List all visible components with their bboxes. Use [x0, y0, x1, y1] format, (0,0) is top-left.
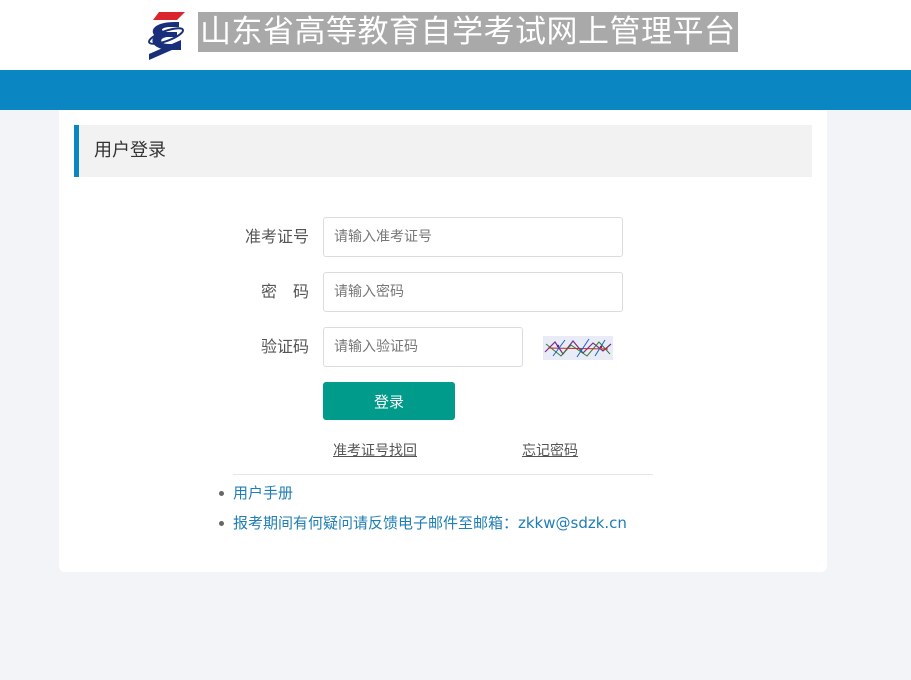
list-item: 报考期间有何疑问请反馈电子邮件至邮箱：zkkw@sdzk.cn — [219, 508, 627, 538]
feedback-email-text: 报考期间有何疑问请反馈电子邮件至邮箱：zkkw@sdzk.cn — [233, 514, 627, 532]
password-label: 密 码 — [260, 282, 309, 301]
forgot-password-link[interactable]: 忘记密码 — [522, 440, 578, 462]
info-list: 用户手册 报考期间有何疑问请反馈电子邮件至邮箱：zkkw@sdzk.cn — [219, 478, 627, 538]
captcha-input[interactable] — [323, 327, 523, 367]
user-manual-link[interactable]: 用户手册 — [233, 484, 293, 502]
exam-logo-icon — [147, 12, 185, 60]
ticket-number-input[interactable] — [323, 217, 623, 257]
recover-ticket-link[interactable]: 准考证号找回 — [333, 440, 417, 462]
nav-band — [0, 70, 911, 110]
login-title: 用户登录 — [94, 140, 166, 161]
list-item: 用户手册 — [219, 478, 627, 508]
bullet-icon — [219, 521, 224, 526]
password-input[interactable] — [323, 272, 623, 312]
divider — [233, 474, 653, 475]
bullet-icon — [219, 491, 224, 496]
login-card-header: 用户登录 — [74, 125, 812, 177]
captcha-image[interactable] — [543, 336, 613, 360]
site-header: 山东省高等教育自学考试网上管理平台 — [0, 0, 911, 70]
captcha-label: 验证码 — [260, 337, 309, 356]
ticket-number-label: 准考证号 — [244, 227, 309, 246]
login-card: 用户登录 准考证号 密 码 验证码 登录 准考证号找回 忘记密码 用户手册 报考… — [59, 110, 827, 572]
site-title: 山东省高等教育自学考试网上管理平台 — [198, 12, 738, 52]
login-button[interactable]: 登录 — [323, 382, 455, 420]
